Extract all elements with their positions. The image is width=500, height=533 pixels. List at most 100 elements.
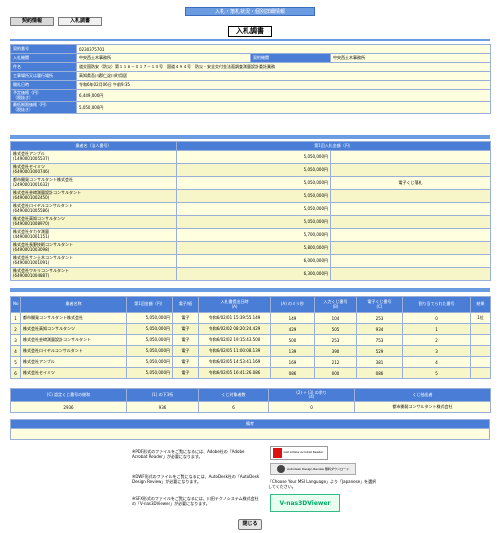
bid-amount-cell: 5,700,000円 (176, 228, 331, 242)
bid-note-cell (329, 254, 492, 268)
dwf-note: ※DWF形式のファイルをご覧になるには、AutoDesk社の「AutoDesk … (132, 474, 260, 485)
page-title: 入札調書 (228, 26, 272, 37)
bidder-row: 株式会社タカタ測量 (4490001001151) 5,700,000円 (10, 228, 492, 242)
lottery-row: 5 株式会社アンプル 5,050,000円 電子 令和6/02/05 14:53:41.… (10, 356, 491, 368)
lottery-cell: 株式会社ロイヤルコンサルタント (20, 345, 127, 357)
lottery-cell: 4 (402, 356, 471, 368)
lottery-cell: 5,050,000円 (126, 334, 173, 346)
lottery-cell: 電子 (172, 345, 199, 357)
lottery-cell: 2 (402, 334, 471, 346)
bid-note-cell (329, 241, 492, 255)
bid-note-cell (329, 202, 492, 216)
summary-value-cell: 6 (198, 401, 269, 413)
autodesk-review-badge[interactable]: Autodesk Design Review 無料ダウンロード (270, 463, 356, 475)
location-value: 高知県吾川郡仁淀川町用居 (75, 71, 492, 81)
divider (10, 288, 490, 292)
bidder-name-cell: 株式会社ロイヤルコンサルタント (6490001005586) (10, 202, 177, 216)
bidder-name-cell: 株式会社セイミツ (6490001000746) (10, 163, 177, 177)
lottery-cell: 5,050,000円 (126, 367, 173, 379)
bidder-row: 株式会社長野技術コンサルタント (6490001003098) 5,800,000円 (10, 241, 492, 255)
planned-price-value: 6,449,000円 (75, 89, 492, 102)
adobe-reader-badge[interactable]: Get Adobe Acrobat Reader (270, 446, 328, 460)
lottery-cell: 令和6/02/05 11:00:08.139 (198, 345, 271, 357)
lottery-cell: 000 (314, 367, 357, 379)
lottery-cell: 5,050,000円 (126, 323, 173, 335)
lottery-cell: 令和6/02/02 08:20:24.429 (198, 323, 271, 335)
bid-amount-cell: 5,050,000円 (176, 202, 331, 216)
bid-note-cell: 電子くじ落札 (329, 176, 492, 190)
lottery-cell: 6 (10, 367, 21, 379)
lottery-cell: 電子 (172, 334, 199, 346)
lottery-header-cell: 割り当てられた番号 (402, 296, 471, 313)
lottery-cell: 139 (270, 345, 315, 357)
lottery-cell: 株式会社芸﨑測量設計コンサルタント (20, 334, 127, 346)
lottery-cell: 500 (270, 334, 315, 346)
divider (10, 39, 490, 41)
sfx-note: ※SFX形式のファイルをご覧になるには、川田テクノシステム株式会社の「V-nas… (132, 496, 259, 507)
lottery-cell: 令和6/02/02 19:15:43.500 (198, 334, 271, 346)
close-button[interactable]: 閉じる (238, 519, 262, 530)
lottery-row: 2 株式会社高知コンサルタンツ 5,050,000円 電子 令和6/02/02 08:2… (10, 323, 491, 335)
bid-note-cell (329, 267, 492, 281)
bidder-row: 都市開発コンサルタント株式会社 (2490001001632) 5,050,000円… (10, 176, 492, 190)
tab-bar: 契約情報 入札調書 (10, 17, 102, 26)
lottery-cell (470, 334, 491, 346)
lottery-cell: 253 (314, 334, 357, 346)
lottery-cell: 169 (270, 356, 315, 368)
divider (10, 135, 490, 139)
bidder-row: 株式会社サン土木コンサルタント (6490001001091) 6,000,000円 (10, 254, 492, 268)
lottery-cell: 212 (314, 356, 357, 368)
lottery-header-cell: 電子くじ番号 (C) (356, 296, 403, 313)
location-label: 工事場所又は履行場所 (10, 71, 77, 81)
subject-label: 件名 (10, 62, 77, 72)
remarks-header: 備考 (10, 419, 490, 429)
summary-header-cell: (1) の下3桁 (126, 388, 199, 402)
lottery-header-cell: No (10, 296, 21, 313)
vnas-viewer-badge[interactable]: V-nas3DViewer (270, 494, 340, 512)
lottery-header-cell: 業者名称 (20, 296, 127, 313)
lottery-header-cell: 電子/紙 (172, 296, 199, 313)
bidder-row: 株式会社高知コンサルタンツ (6490001008970) 5,050,000円 (10, 215, 492, 229)
bidder-row: 株式会社芸﨑測量設計コンサルタント (6490001002450) 5,050,00… (10, 189, 492, 203)
pdf-note: ※PDF形式のファイルをご覧になるには、Adobe社の「Adobe Acroba… (132, 449, 245, 460)
bidder-name-header: 業者名（法人番号） (10, 141, 177, 151)
tab-bid-record[interactable]: 入札調書 (58, 17, 102, 26)
lottery-cell: 505 (314, 323, 357, 335)
summary-header-cell: くじ対象者数 (198, 388, 269, 402)
bidders-table: 業者名（法人番号） 第1回入札金額（円） 株式会社アンプル (1490001005… (10, 141, 492, 281)
lottery-cell: 株式会社高知コンサルタンツ (20, 323, 127, 335)
adobe-icon (272, 448, 282, 458)
lottery-cell: 5 (402, 367, 471, 379)
bid-amount-cell: 5,050,000円 (176, 163, 331, 177)
lottery-cell: 390 (314, 345, 357, 357)
lottery-cell: 2 (10, 323, 21, 335)
bidder-name-cell: 都市開発コンサルタント株式会社 (2490001001632) (10, 176, 177, 190)
bidder-name-cell: 株式会社タカタ測量 (4490001001151) (10, 228, 177, 242)
bidder-row: 株式会社ワキリコンサルタント (6490001004887) 6,300,000円 (10, 267, 492, 281)
lottery-header-cell: (A) のミリ秒 (270, 296, 315, 313)
bid-amount-cell: 6,000,000円 (176, 254, 331, 268)
lottery-cell: 電子 (172, 312, 199, 324)
lottery-cell: 4 (10, 345, 21, 357)
subject-value: 道交国防安（防災）第１１６－０１７－１０号 国道４９４号 防災・安全交付金法面調… (75, 62, 492, 72)
bid-amount-cell: 5,050,000円 (176, 215, 331, 229)
remarks-value (10, 428, 490, 440)
bid-agency-value: 中央西土木事務所 (76, 53, 251, 63)
lottery-cell: 令和6/02/05 16:41:26.086 (198, 367, 271, 379)
first-bid-header: 第1回入札金額（円） (175, 141, 492, 151)
opening-date-value: 令和6年02月06日 午前9:35 (75, 80, 492, 90)
lottery-cell: 電子 (172, 356, 199, 368)
tab-contract-info[interactable]: 契約情報 (10, 17, 54, 26)
lottery-header-cell: 入力くじ番号 (B) (314, 296, 357, 313)
lottery-header-cell: 第1回金額（円） (126, 296, 173, 313)
lottery-header-cell: 結果 (470, 296, 491, 313)
lottery-cell (470, 356, 491, 368)
lottery-cell: 086 (356, 367, 403, 379)
opening-date-label: 開札日時 (10, 80, 77, 90)
bid-amount-cell: 5,800,000円 (176, 241, 331, 255)
lottery-cell: 381 (356, 356, 403, 368)
lottery-cell: 5,050,000円 (126, 345, 173, 357)
bidder-row: 株式会社セイミツ (6490001000746) 5,050,000円 (10, 163, 492, 177)
page-banner: 入札・落札状況・個別詳細情報 (185, 7, 315, 16)
lottery-cell: 電子 (172, 323, 199, 335)
